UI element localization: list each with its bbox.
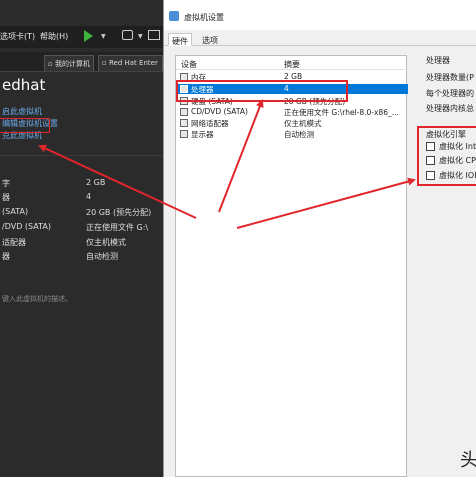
- play-icon[interactable]: [84, 30, 93, 42]
- network-icon: [180, 119, 188, 127]
- highlight-edit-settings: [0, 118, 50, 133]
- tab-my-computer[interactable]: ▫ 我的计算机: [44, 55, 94, 71]
- dialog-title: 虚拟机设置: [184, 13, 224, 22]
- column-summary[interactable]: 摘要: [284, 59, 300, 70]
- fullscreen-icon[interactable]: [148, 30, 160, 40]
- play-dropdown-icon[interactable]: ▼: [101, 33, 106, 40]
- checkbox-box[interactable]: [426, 156, 435, 165]
- processor-count-label: 处理器数量(P: [426, 73, 474, 82]
- monitor-icon: [180, 130, 188, 138]
- device-row-display[interactable]: 器 自动检测: [0, 251, 163, 264]
- watermark: 头: [460, 450, 476, 471]
- processor-group-title: 处理器: [426, 56, 450, 65]
- tab-options[interactable]: 选项: [199, 33, 221, 46]
- device-list-header: 设备 摘要: [176, 56, 408, 70]
- device-row-processor[interactable]: 器 4: [0, 192, 163, 205]
- column-device[interactable]: 设备: [181, 59, 197, 70]
- device-row-disk[interactable]: (SATA) 20 GB (预先分配): [0, 207, 163, 220]
- dialog-titlebar[interactable]: 虚拟机设置: [164, 0, 476, 30]
- cd-icon: [180, 108, 188, 116]
- device-list: 设备 摘要 内存 2 GB 处理器 4 硬盘 (SATA) 20 GB (预先分…: [175, 55, 408, 477]
- snapshot-icon[interactable]: [122, 30, 133, 40]
- vmware-main-window: 选项卡(T) 帮助(H) ▼ ▼ ▫ 我的计算机 ▫ Red Hat Enter…: [0, 0, 163, 477]
- checkbox-box[interactable]: [426, 171, 435, 180]
- processor-settings-panel: [415, 52, 476, 477]
- dialog-tabs: 硬件 选项: [164, 31, 476, 46]
- vm-title: edhat: [2, 76, 46, 94]
- device-cd[interactable]: CD/DVD (SATA) 正在使用文件 G:\rhel-8.0-x86_...: [176, 107, 408, 117]
- checkbox-box[interactable]: [426, 142, 435, 151]
- cores-per-processor-label: 每个处理器的: [426, 89, 474, 98]
- divider: [0, 155, 163, 156]
- device-network[interactable]: 网络适配器 仅主机模式: [176, 118, 408, 128]
- virtualization-engine-title: 虚拟化引擎: [426, 130, 466, 139]
- action-power-on[interactable]: 启此虚拟机: [2, 106, 58, 118]
- device-display[interactable]: 显示器 自动检测: [176, 129, 408, 139]
- menu-tabs[interactable]: 选项卡(T): [0, 31, 35, 42]
- highlight-processor-row: [176, 80, 348, 102]
- snapshot-dropdown-icon[interactable]: ▼: [138, 33, 143, 40]
- device-row-memory[interactable]: 字 2 GB: [0, 178, 163, 191]
- tab-home[interactable]: [0, 55, 42, 71]
- vm-description[interactable]: 键入此虚拟机的描述。: [2, 294, 72, 304]
- tab-hardware[interactable]: 硬件: [168, 33, 192, 46]
- tab-red-hat[interactable]: ▫ Red Hat Enter: [98, 55, 163, 71]
- vm-tab-strip: ▫ 我的计算机 ▫ Red Hat Enter: [0, 52, 163, 72]
- menu-help[interactable]: 帮助(H): [40, 31, 68, 42]
- vmware-icon: [169, 11, 179, 21]
- device-row-network[interactable]: 适配器 仅主机模式: [0, 237, 163, 250]
- total-cores-label: 处理器内核总: [426, 104, 474, 113]
- device-row-cd[interactable]: /DVD (SATA) 正在使用文件 G:\: [0, 222, 163, 235]
